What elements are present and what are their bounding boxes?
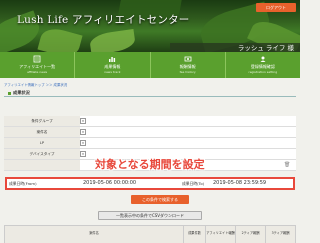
filter-label: LP	[4, 138, 80, 148]
breadcrumb[interactable]: アフィリエイト情報トップ ＞＞ 成果状況	[4, 82, 67, 87]
app-title: Lush Life アフィリエイトセンター	[17, 14, 190, 26]
money-icon	[184, 56, 192, 62]
table-header-affiliate-fee: アフィリエイト報酬	[205, 226, 235, 243]
nav-sublabel: fee history	[179, 70, 196, 74]
logout-button[interactable]: ログアウト	[256, 3, 296, 12]
foliage-decoration	[37, 25, 83, 52]
filter-label	[4, 160, 80, 170]
condition-group-select[interactable]: ▾	[80, 118, 86, 124]
user-tag: ラッシュ ライフ 様	[170, 43, 300, 52]
nav-item-fees[interactable]: 報酬情報 fee history	[151, 52, 226, 78]
page-title: 成果状況	[8, 89, 30, 96]
filter-label: 条件グループ	[4, 116, 80, 126]
period-row: 成果日時(From) 2019-05-06 00:00:00 成果日時(To) …	[5, 177, 295, 190]
period-callout: 対象となる期間を設定	[95, 158, 205, 171]
csv-download-button[interactable]: 一覧表示中の条件でCSVダウンロード	[98, 211, 202, 220]
main-nav: アフィリエイト一覧 affiliate news 成果情報 news track…	[0, 52, 300, 78]
foliage-decoration	[88, 28, 137, 52]
lp-select[interactable]: ▾	[80, 140, 86, 146]
filter-row: 案件名 ▾	[4, 127, 296, 138]
title-bullet-icon	[8, 91, 11, 95]
period-to-label: 成果日時(To)	[182, 181, 205, 186]
filter-row: LP ▾	[4, 138, 296, 149]
profile-icon	[260, 56, 266, 62]
trash-icon[interactable]: 🗑	[284, 162, 290, 168]
nav-item-affiliate-list[interactable]: アフィリエイト一覧 affiliate news	[0, 52, 76, 78]
table-header-campaign: 案件名	[89, 231, 99, 235]
period-from-label: 成果日時(From)	[9, 181, 37, 186]
device-type-select[interactable]: ▾	[80, 151, 86, 157]
nav-item-results[interactable]: 成果情報 news track	[75, 52, 151, 78]
filter-label: 案件名	[4, 127, 80, 137]
results-table: 案件名 成果件数 アフィリエイト報酬 2ティア報酬 3ティア報酬	[4, 225, 296, 243]
nav-item-registration[interactable]: 登録情報確認 registration setting	[226, 52, 300, 78]
chart-icon	[109, 57, 116, 62]
filter-label: デバイスタイプ	[4, 149, 80, 159]
page-title-text: 成果状況	[13, 90, 30, 95]
period-to-input[interactable]: 2019-05-08 23:59:59	[213, 179, 266, 188]
filter-row: 条件グループ ▾	[4, 116, 296, 127]
campaign-select[interactable]: ▾	[80, 129, 86, 135]
page-title-bar: 成果状況	[4, 89, 296, 97]
period-from-input[interactable]: 2019-05-06 00:00:00	[83, 179, 136, 188]
table-header-tier2: 2ティア報酬	[235, 226, 265, 243]
nav-sublabel: news track	[104, 70, 121, 74]
list-icon	[33, 55, 41, 63]
user-name: ラッシュ ライフ 様	[237, 44, 294, 52]
table-header-count: 成果件数	[183, 226, 205, 243]
nav-sublabel: registration setting	[248, 70, 278, 74]
header: Lush Life アフィリエイトセンター ログアウト ラッシュ ライフ 様	[0, 0, 300, 52]
search-button[interactable]: この条件で検索する	[131, 195, 189, 204]
nav-sublabel: affiliate news	[27, 70, 48, 74]
table-header-tier3: 3ティア報酬	[265, 226, 295, 243]
